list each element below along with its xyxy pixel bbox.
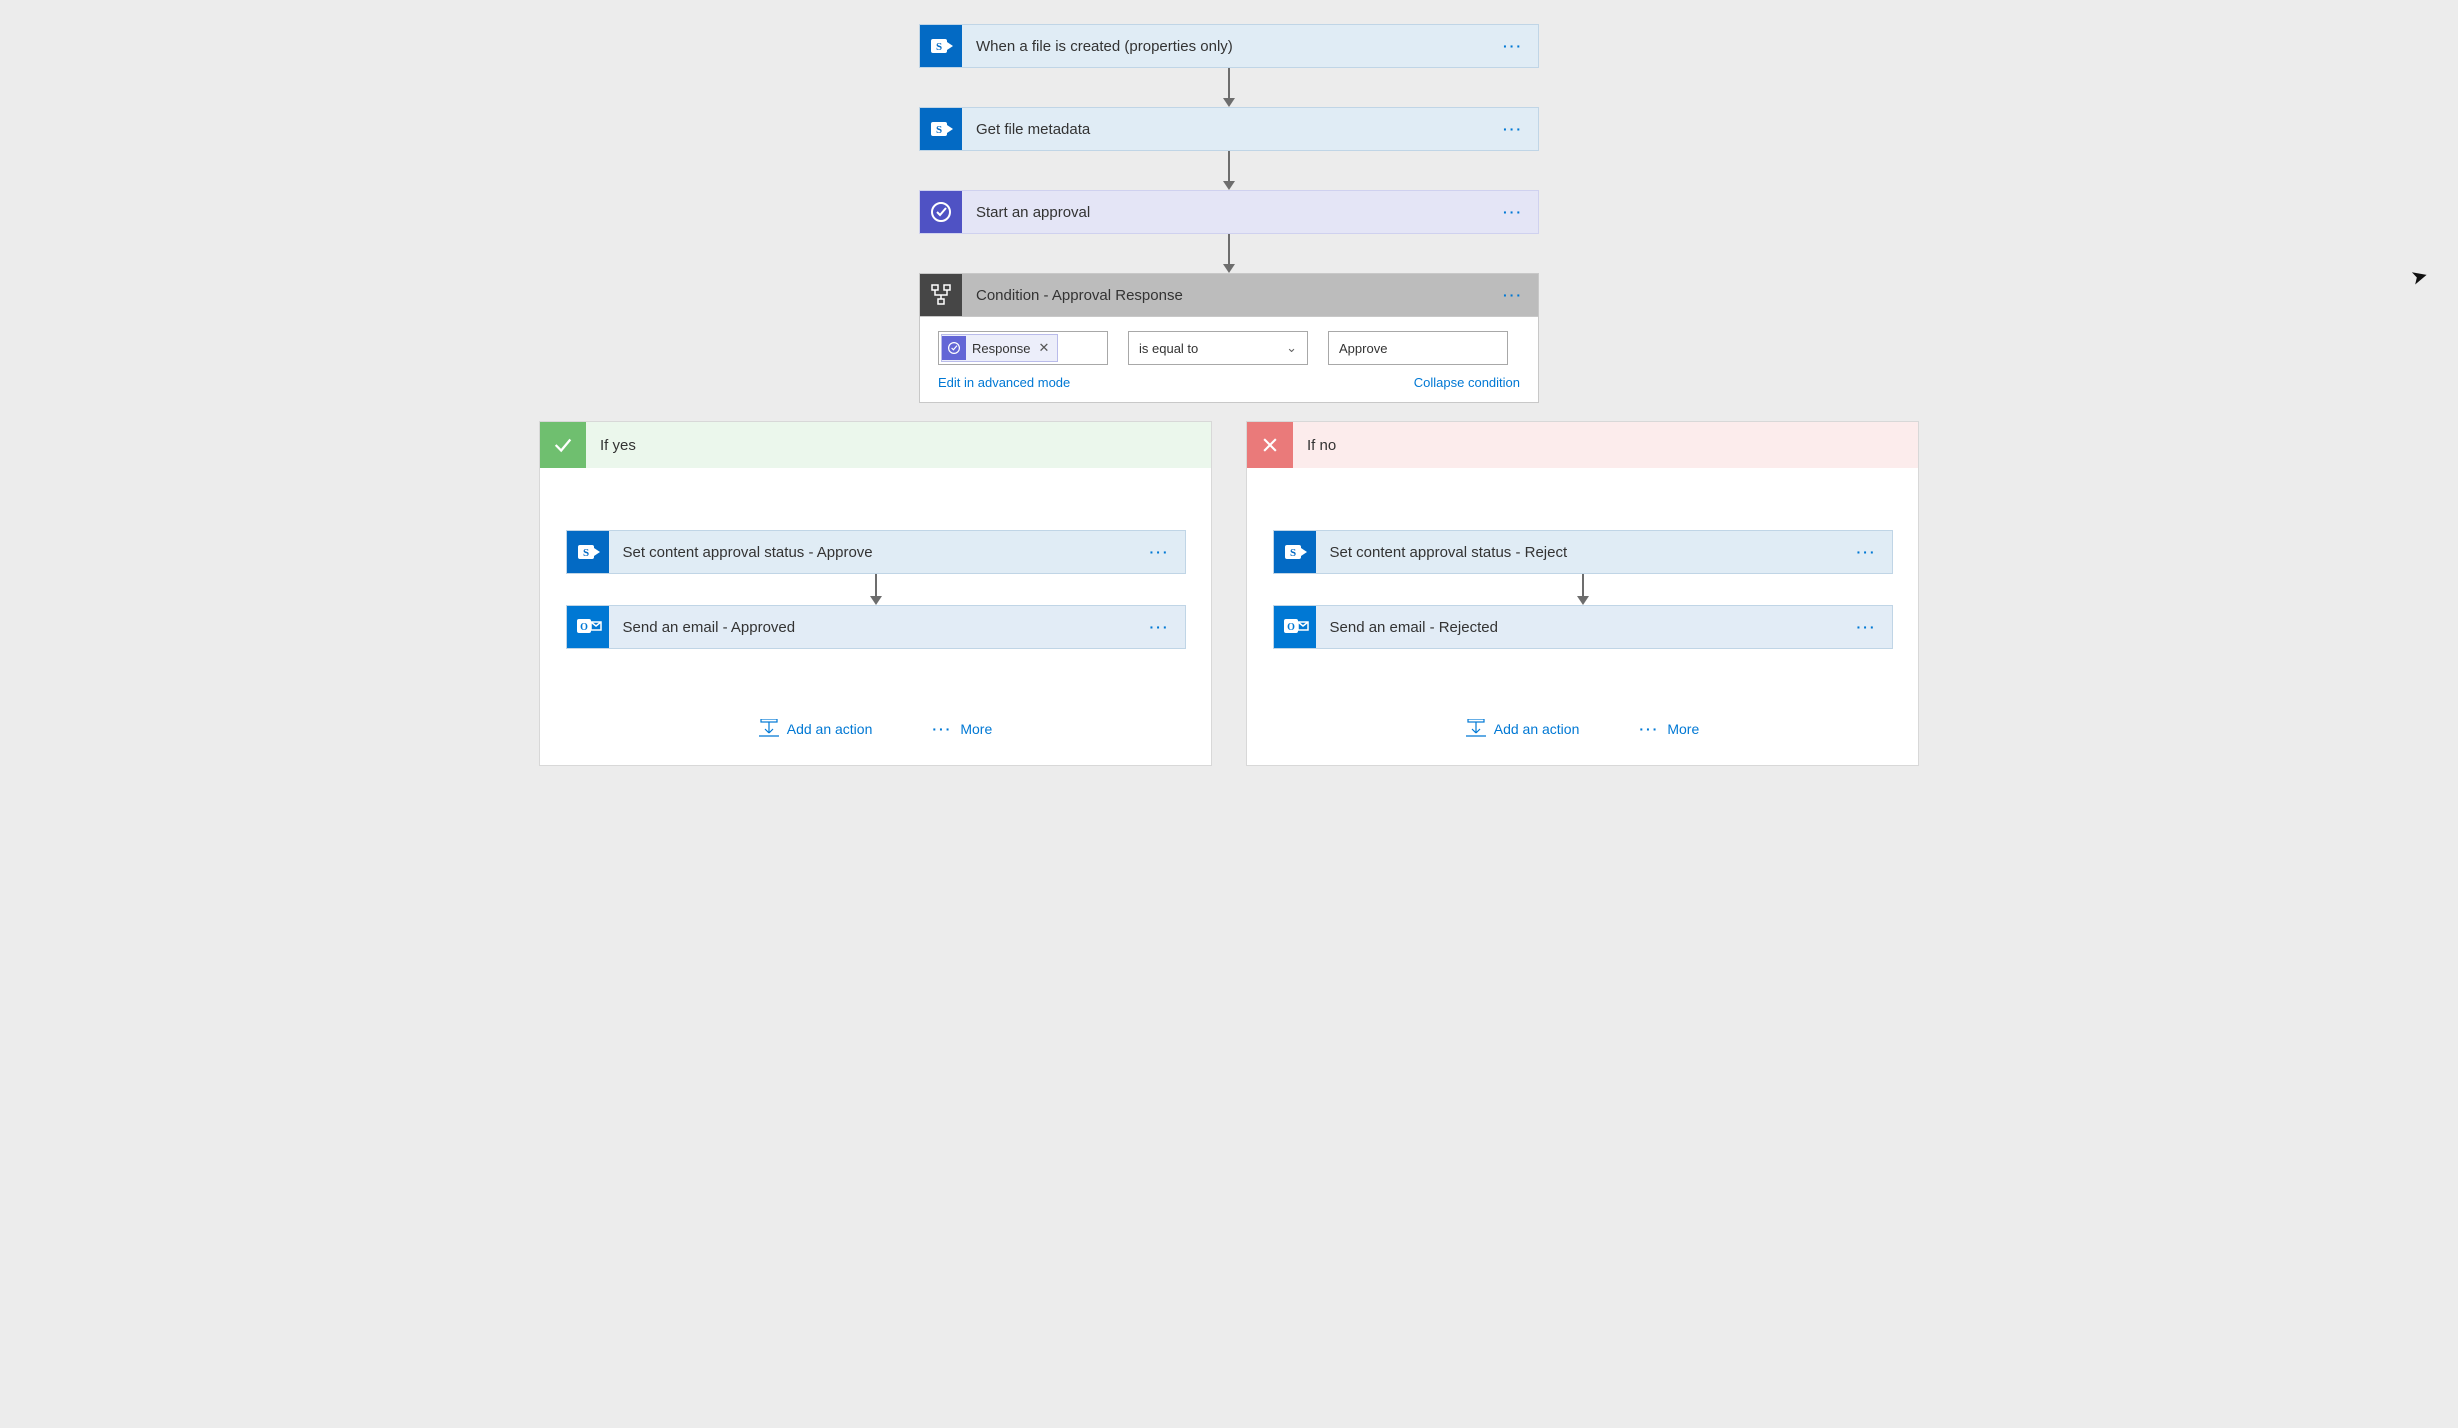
more-label: More	[1667, 721, 1699, 737]
add-action-label: Add an action	[787, 721, 873, 737]
add-action-button[interactable]: Add an action	[1466, 719, 1580, 739]
condition-left-operand[interactable]: Response ✕	[938, 331, 1108, 365]
step-set-approval-approve[interactable]: Set content approval status - Approve ··…	[566, 530, 1186, 574]
add-action-button[interactable]: Add an action	[759, 719, 873, 739]
token-label: Response	[972, 341, 1031, 356]
condition-value: Approve	[1339, 341, 1387, 356]
add-action-icon	[759, 719, 779, 739]
step-set-approval-reject[interactable]: Set content approval status - Reject ···	[1273, 530, 1893, 574]
operator-label: is equal to	[1139, 341, 1198, 356]
step-get-metadata-title: Get file metadata	[962, 121, 1488, 138]
arrow-icon	[870, 574, 882, 605]
condition-operator-select[interactable]: is equal to ⌄	[1128, 331, 1308, 365]
condition-header[interactable]: Condition - Approval Response ···	[920, 274, 1538, 317]
token-remove-icon[interactable]: ✕	[1031, 340, 1058, 356]
step-get-metadata-menu[interactable]: ···	[1488, 121, 1538, 137]
step-trigger-title: When a file is created (properties only)	[962, 38, 1488, 55]
arrow-icon	[1223, 68, 1235, 107]
outlook-icon	[567, 606, 609, 648]
condition-value-input[interactable]: Approve	[1328, 331, 1508, 365]
outlook-icon	[1274, 606, 1316, 648]
step-send-email-approved[interactable]: Send an email - Approved ···	[566, 605, 1186, 649]
condition-icon	[920, 274, 962, 316]
edit-advanced-link[interactable]: Edit in advanced mode	[938, 375, 1070, 390]
step-menu[interactable]: ···	[1842, 544, 1892, 560]
ellipsis-icon: ···	[932, 721, 952, 737]
arrow-icon	[1223, 151, 1235, 190]
step-get-metadata[interactable]: Get file metadata ···	[919, 107, 1539, 151]
step-menu[interactable]: ···	[1842, 619, 1892, 635]
step-title: Set content approval status - Approve	[609, 544, 1135, 561]
step-start-approval-menu[interactable]: ···	[1488, 204, 1538, 220]
sharepoint-icon	[920, 25, 962, 67]
branch-no-header[interactable]: If no	[1247, 422, 1918, 468]
ellipsis-icon: ···	[1639, 721, 1659, 737]
arrow-icon	[1577, 574, 1589, 605]
approval-icon	[920, 191, 962, 233]
step-start-approval-title: Start an approval	[962, 204, 1488, 221]
step-send-email-rejected[interactable]: Send an email - Rejected ···	[1273, 605, 1893, 649]
more-button[interactable]: ··· More	[1639, 719, 1699, 739]
step-start-approval[interactable]: Start an approval ···	[919, 190, 1539, 234]
dynamic-token-response[interactable]: Response ✕	[941, 334, 1058, 362]
step-trigger[interactable]: When a file is created (properties only)…	[919, 24, 1539, 68]
step-title: Set content approval status - Reject	[1316, 544, 1842, 561]
condition-title: Condition - Approval Response	[962, 287, 1488, 304]
add-action-label: Add an action	[1494, 721, 1580, 737]
condition-card: Condition - Approval Response ··· Respon…	[919, 273, 1539, 403]
branch-no-title: If no	[1293, 437, 1336, 454]
sharepoint-icon	[567, 531, 609, 573]
branch-yes-title: If yes	[586, 437, 636, 454]
approval-icon	[942, 336, 966, 360]
arrow-icon	[1223, 234, 1235, 273]
cross-icon	[1247, 422, 1293, 468]
more-button[interactable]: ··· More	[932, 719, 992, 739]
branch-if-yes: If yes Set content approval status - App…	[539, 421, 1212, 766]
collapse-condition-link[interactable]: Collapse condition	[1414, 375, 1520, 390]
step-title: Send an email - Approved	[609, 619, 1135, 636]
step-menu[interactable]: ···	[1135, 619, 1185, 635]
chevron-down-icon: ⌄	[1286, 340, 1297, 356]
branch-yes-header[interactable]: If yes	[540, 422, 1211, 468]
sharepoint-icon	[1274, 531, 1316, 573]
condition-branches: If yes Set content approval status - App…	[539, 421, 1919, 766]
more-label: More	[960, 721, 992, 737]
step-title: Send an email - Rejected	[1316, 619, 1842, 636]
flow-canvas: When a file is created (properties only)…	[50, 24, 2408, 766]
add-action-icon	[1466, 719, 1486, 739]
sharepoint-icon	[920, 108, 962, 150]
condition-menu[interactable]: ···	[1488, 287, 1538, 303]
cursor-icon: ➤	[2408, 262, 2431, 290]
step-menu[interactable]: ···	[1135, 544, 1185, 560]
check-icon	[540, 422, 586, 468]
branch-if-no: If no Set content approval status - Reje…	[1246, 421, 1919, 766]
step-trigger-menu[interactable]: ···	[1488, 38, 1538, 54]
